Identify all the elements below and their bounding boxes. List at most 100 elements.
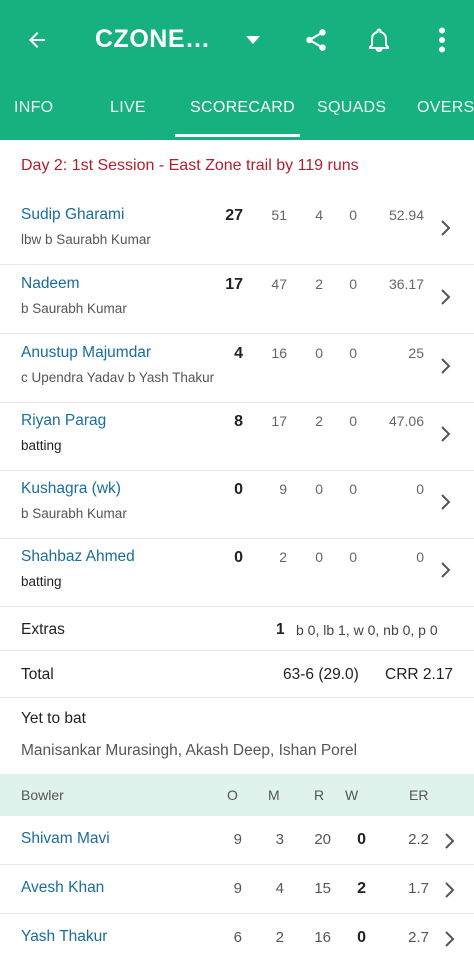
runs-conceded: 16 <box>314 929 331 946</box>
notification-bell-icon[interactable] <box>361 22 397 58</box>
tab-squads[interactable]: SQUADS <box>317 99 386 117</box>
batter-name[interactable]: Sudip Gharami <box>21 206 124 224</box>
app-bar: CZONE… INFO LIVE SCORECARD SQUADS OVERS <box>0 0 474 140</box>
chevron-right-icon[interactable] <box>440 218 452 238</box>
batter-name[interactable]: Nadeem <box>21 275 80 293</box>
fours: 2 <box>315 276 323 292</box>
sixes: 0 <box>349 345 357 361</box>
maidens: 3 <box>275 831 284 848</box>
strike-rate: 0 <box>416 549 424 565</box>
runs: 4 <box>234 345 243 362</box>
dismissal: b Saurabh Kumar <box>21 506 127 521</box>
maidens-column-header: M <box>268 787 280 803</box>
bowler-row[interactable]: Yash Thakur 6 2 16 0 2.7 <box>0 914 474 962</box>
tab-scorecard[interactable]: SCORECARD <box>190 99 295 117</box>
chevron-right-icon[interactable] <box>440 424 452 444</box>
economy-column-header: ER <box>409 787 429 803</box>
batter-row[interactable]: Shahbaz Ahmed batting 0 2 0 0 0 <box>0 539 474 607</box>
batter-row[interactable]: Nadeem b Saurabh Kumar 17 47 2 0 36.17 <box>0 266 474 334</box>
chevron-right-icon[interactable] <box>440 492 452 512</box>
tab-overs[interactable]: OVERS <box>417 99 474 117</box>
strike-rate: 52.94 <box>388 207 424 223</box>
dismissal: batting <box>21 438 62 453</box>
bowler-row[interactable]: Shivam Mavi 9 3 20 0 2.2 <box>0 816 474 865</box>
tab-live[interactable]: LIVE <box>110 99 146 117</box>
toolbar: CZONE… <box>0 0 474 80</box>
yet-to-bat-players: Manisankar Murasingh, Akash Deep, Ishan … <box>21 742 358 759</box>
fours: 0 <box>315 481 323 497</box>
overs-column-header: O <box>227 787 238 803</box>
runs-conceded: 20 <box>314 831 331 848</box>
tab-info[interactable]: INFO <box>14 99 53 117</box>
back-arrow-icon[interactable] <box>19 22 55 58</box>
chevron-right-icon[interactable] <box>444 880 456 900</box>
wickets: 0 <box>357 929 366 946</box>
economy: 2.2 <box>408 831 429 848</box>
runs: 0 <box>234 481 243 498</box>
yet-to-bat-label: Yet to bat <box>21 710 86 727</box>
current-run-rate: CRR 2.17 <box>385 666 454 683</box>
economy: 2.7 <box>408 929 429 946</box>
balls: 16 <box>271 345 287 361</box>
active-tab-indicator <box>175 134 300 137</box>
overs: 9 <box>233 880 242 897</box>
runs: 27 <box>225 207 243 224</box>
tab-bar: INFO LIVE SCORECARD SQUADS OVERS <box>0 80 474 140</box>
chevron-right-icon[interactable] <box>440 560 452 580</box>
batter-name[interactable]: Shahbaz Ahmed <box>21 548 135 566</box>
sixes: 0 <box>349 276 357 292</box>
maidens: 4 <box>275 880 284 897</box>
balls: 9 <box>279 481 287 497</box>
fours: 0 <box>315 549 323 565</box>
batter-name[interactable]: Kushagra (wk) <box>21 480 121 498</box>
balls: 51 <box>271 207 287 223</box>
balls: 2 <box>279 549 287 565</box>
batter-row[interactable]: Kushagra (wk) b Saurabh Kumar 0 9 0 0 0 <box>0 471 474 539</box>
total-score: 63-6 (29.0) <box>283 666 359 683</box>
chevron-right-icon[interactable] <box>444 831 456 851</box>
bowler-row[interactable]: Avesh Khan 9 4 15 2 1.7 <box>0 865 474 914</box>
runs: 17 <box>225 276 243 293</box>
chevron-right-icon[interactable] <box>440 287 452 307</box>
match-status: Day 2: 1st Session - East Zone trail by … <box>21 157 359 174</box>
match-title: CZONE… <box>95 25 211 53</box>
dropdown-caret-icon[interactable] <box>235 22 271 58</box>
dismissal: lbw b Saurabh Kumar <box>21 232 151 247</box>
runs-column-header: R <box>314 787 325 803</box>
sixes: 0 <box>349 481 357 497</box>
wickets: 0 <box>357 831 366 848</box>
strike-rate: 36.17 <box>388 276 424 292</box>
batter-row[interactable]: Riyan Parag batting 8 17 2 0 47.06 <box>0 403 474 471</box>
bowler-name[interactable]: Yash Thakur <box>21 928 107 946</box>
total-label: Total <box>21 666 54 683</box>
maidens: 2 <box>275 929 284 946</box>
batter-name[interactable]: Riyan Parag <box>21 412 106 430</box>
bowling-header: Bowler O M R W ER <box>0 774 474 816</box>
balls: 17 <box>271 413 287 429</box>
batter-name[interactable]: Anustup Majumdar <box>21 344 151 362</box>
strike-rate: 47.06 <box>388 413 424 429</box>
runs: 8 <box>234 413 243 430</box>
chevron-right-icon[interactable] <box>444 929 456 949</box>
fours: 4 <box>315 207 323 223</box>
dismissal: b Saurabh Kumar <box>21 301 127 316</box>
dismissal: batting <box>21 574 62 589</box>
sixes: 0 <box>349 549 357 565</box>
runs-conceded: 15 <box>314 880 331 897</box>
overs: 6 <box>233 929 242 946</box>
strike-rate: 0 <box>416 481 424 497</box>
more-options-icon[interactable] <box>424 22 460 58</box>
dismissal: c Upendra Yadav b Yash Thakur <box>21 370 215 385</box>
share-icon[interactable] <box>298 22 334 58</box>
sixes: 0 <box>349 207 357 223</box>
batter-row[interactable]: Anustup Majumdar c Upendra Yadav b Yash … <box>0 335 474 403</box>
batter-row[interactable]: Sudip Gharami lbw b Saurabh Kumar 27 51 … <box>0 197 474 265</box>
overs: 9 <box>233 831 242 848</box>
bowler-name[interactable]: Avesh Khan <box>21 879 104 897</box>
wickets: 2 <box>357 880 366 897</box>
wickets-column-header: W <box>345 787 359 803</box>
fours: 2 <box>315 413 323 429</box>
economy: 1.7 <box>408 880 429 897</box>
bowler-name[interactable]: Shivam Mavi <box>21 830 110 848</box>
chevron-right-icon[interactable] <box>440 356 452 376</box>
